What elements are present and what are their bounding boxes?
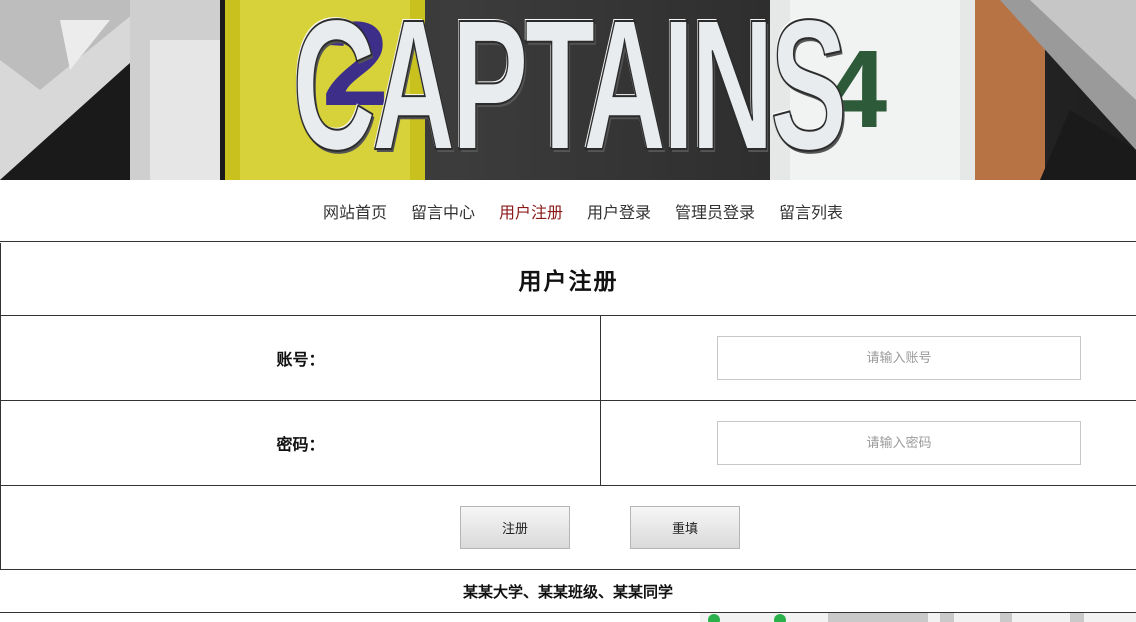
browser-status-bar [700,613,1136,622]
password-input-cell [601,401,1136,485]
button-row: 注册 重填 [0,485,1136,570]
nav-item-admin-login[interactable]: 管理员登录 [675,199,755,223]
account-row: 账号： [0,315,1136,400]
nav-item-login[interactable]: 用户登录 [587,199,651,223]
header-banner: 2 4 CAPTAINS [0,0,1136,180]
nav-item-register[interactable]: 用户注册 [499,199,563,223]
register-button[interactable]: 注册 [460,506,570,549]
status-green-icon [774,614,786,622]
account-input-cell [601,316,1136,400]
account-input[interactable] [717,336,1081,380]
footer-credit: 某某大学、某某班级、某某同学 [0,571,1136,613]
status-icon [1070,613,1084,622]
page-title: 用户注册 [0,243,1136,315]
password-row: 密码： [0,400,1136,485]
nav-item-message-list[interactable]: 留言列表 [779,199,843,223]
password-input[interactable] [717,421,1081,465]
page: 2 4 CAPTAINS 网站首页 留言中心 用户注册 用户登录 管理员登录 留… [0,0,1136,622]
status-green-icon [708,614,720,622]
status-icon [1000,613,1012,622]
password-label: 密码： [1,401,601,485]
status-progress-segment [828,613,928,622]
status-icon [940,613,954,622]
main-nav: 网站首页 留言中心 用户注册 用户登录 管理员登录 留言列表 [0,180,1136,242]
banner-title: CAPTAINS [292,0,848,180]
nav-item-message-center[interactable]: 留言中心 [411,199,475,223]
reset-button[interactable]: 重填 [630,506,740,549]
account-label: 账号： [1,316,601,400]
nav-item-home[interactable]: 网站首页 [323,199,387,223]
